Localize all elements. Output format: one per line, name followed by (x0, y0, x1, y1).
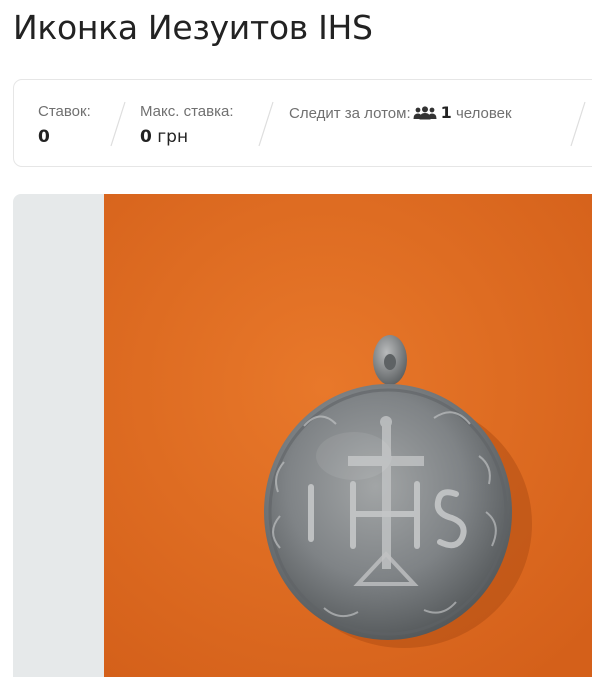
watchers-row: Следит за лотом: 1 человек (289, 103, 512, 124)
watchers-unit: человек (455, 105, 512, 122)
max-bid-amount: 0 (140, 127, 152, 147)
lot-title: Иконка Иезуитов IHS (13, 8, 373, 47)
people-icon (413, 106, 437, 124)
watchers-label: Следит за лотом: (289, 105, 411, 122)
max-bid-currency: грн (157, 127, 189, 147)
max-bid-label: Макс. ставка: (140, 103, 234, 120)
lot-stats-panel: Ставок: 0 Макс. ставка: 0 грн Следит за … (13, 79, 592, 167)
stat-divider (570, 101, 586, 147)
stat-divider (258, 101, 274, 147)
watchers-count: 1 (440, 103, 452, 122)
max-bid-value: 0 грн (140, 127, 188, 147)
bids-label: Ставок: (38, 103, 91, 120)
coin-pendant-photo[interactable] (104, 194, 592, 677)
photo-gallery[interactable] (13, 194, 592, 677)
stat-divider (110, 101, 126, 147)
bids-value: 0 (38, 127, 50, 147)
